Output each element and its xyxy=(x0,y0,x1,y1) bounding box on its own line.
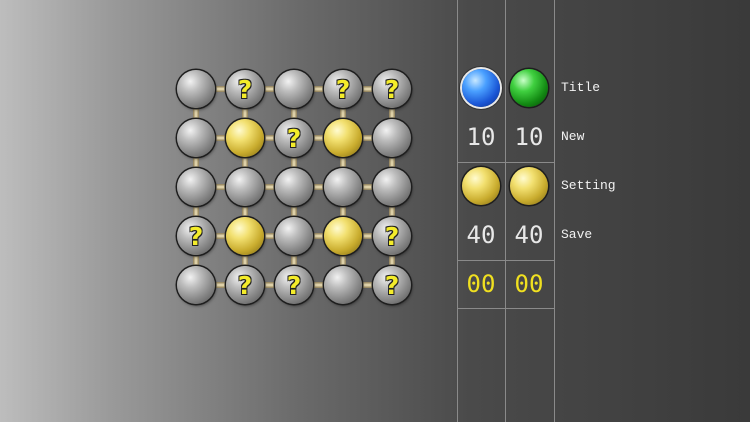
game-board: ????????? xyxy=(176,69,411,304)
question-mark-icon: ? xyxy=(286,123,302,153)
board-cell-4-1[interactable]: ? xyxy=(226,266,264,304)
player2-moves: 10 xyxy=(514,123,544,151)
panel-divider-row3 xyxy=(457,308,554,309)
board-cell-3-4[interactable]: ? xyxy=(373,217,411,255)
board-cell-4-0[interactable] xyxy=(177,266,215,304)
player1-score: 40 xyxy=(466,221,496,249)
panel-divider-row1 xyxy=(457,162,554,163)
player2-yellow-ball-icon xyxy=(510,167,548,205)
question-mark-icon: ? xyxy=(286,270,302,300)
board-cell-4-2[interactable]: ? xyxy=(275,266,313,304)
panel-divider-left xyxy=(457,0,458,422)
panel-divider-row2 xyxy=(457,260,554,261)
board-cell-1-2[interactable]: ? xyxy=(275,119,313,157)
board-cell-0-3[interactable]: ? xyxy=(324,70,362,108)
question-mark-icon: ? xyxy=(335,74,351,104)
board-cell-2-2[interactable] xyxy=(275,168,313,206)
board-cell-3-0[interactable]: ? xyxy=(177,217,215,255)
title-button[interactable]: Title xyxy=(561,81,600,94)
setting-button[interactable]: Setting xyxy=(561,179,616,192)
board-cell-3-1[interactable] xyxy=(226,217,264,255)
panel-divider-right xyxy=(554,0,555,422)
board-cell-0-4[interactable]: ? xyxy=(373,70,411,108)
board-cell-3-3[interactable] xyxy=(324,217,362,255)
question-mark-icon: ? xyxy=(384,74,400,104)
board-cell-4-3[interactable] xyxy=(324,266,362,304)
new-button[interactable]: New xyxy=(561,130,584,143)
player2-green-ball-icon xyxy=(510,69,548,107)
board-cell-1-0[interactable] xyxy=(177,119,215,157)
player2-score: 40 xyxy=(514,221,544,249)
question-mark-icon: ? xyxy=(188,221,204,251)
question-mark-icon: ? xyxy=(237,270,253,300)
board-cell-2-0[interactable] xyxy=(177,168,215,206)
board-cell-0-1[interactable]: ? xyxy=(226,70,264,108)
board-cell-1-3[interactable] xyxy=(324,119,362,157)
save-button[interactable]: Save xyxy=(561,228,592,241)
board-cell-2-3[interactable] xyxy=(324,168,362,206)
player2-time: 00 xyxy=(514,270,544,298)
board-cell-1-4[interactable] xyxy=(373,119,411,157)
player1-moves: 10 xyxy=(466,123,496,151)
player1-time: 00 xyxy=(466,270,496,298)
board-cell-1-1[interactable] xyxy=(226,119,264,157)
board-cell-2-4[interactable] xyxy=(373,168,411,206)
player1-yellow-ball-icon xyxy=(462,167,500,205)
question-mark-icon: ? xyxy=(237,74,253,104)
question-mark-icon: ? xyxy=(384,221,400,251)
board-cell-0-2[interactable] xyxy=(275,70,313,108)
board-cell-2-1[interactable] xyxy=(226,168,264,206)
player1-blue-ball-icon xyxy=(462,69,500,107)
question-mark-icon: ? xyxy=(384,270,400,300)
board-cell-0-0[interactable] xyxy=(177,70,215,108)
board-cell-3-2[interactable] xyxy=(275,217,313,255)
board-cell-4-4[interactable]: ? xyxy=(373,266,411,304)
panel-divider-middle xyxy=(505,0,506,422)
